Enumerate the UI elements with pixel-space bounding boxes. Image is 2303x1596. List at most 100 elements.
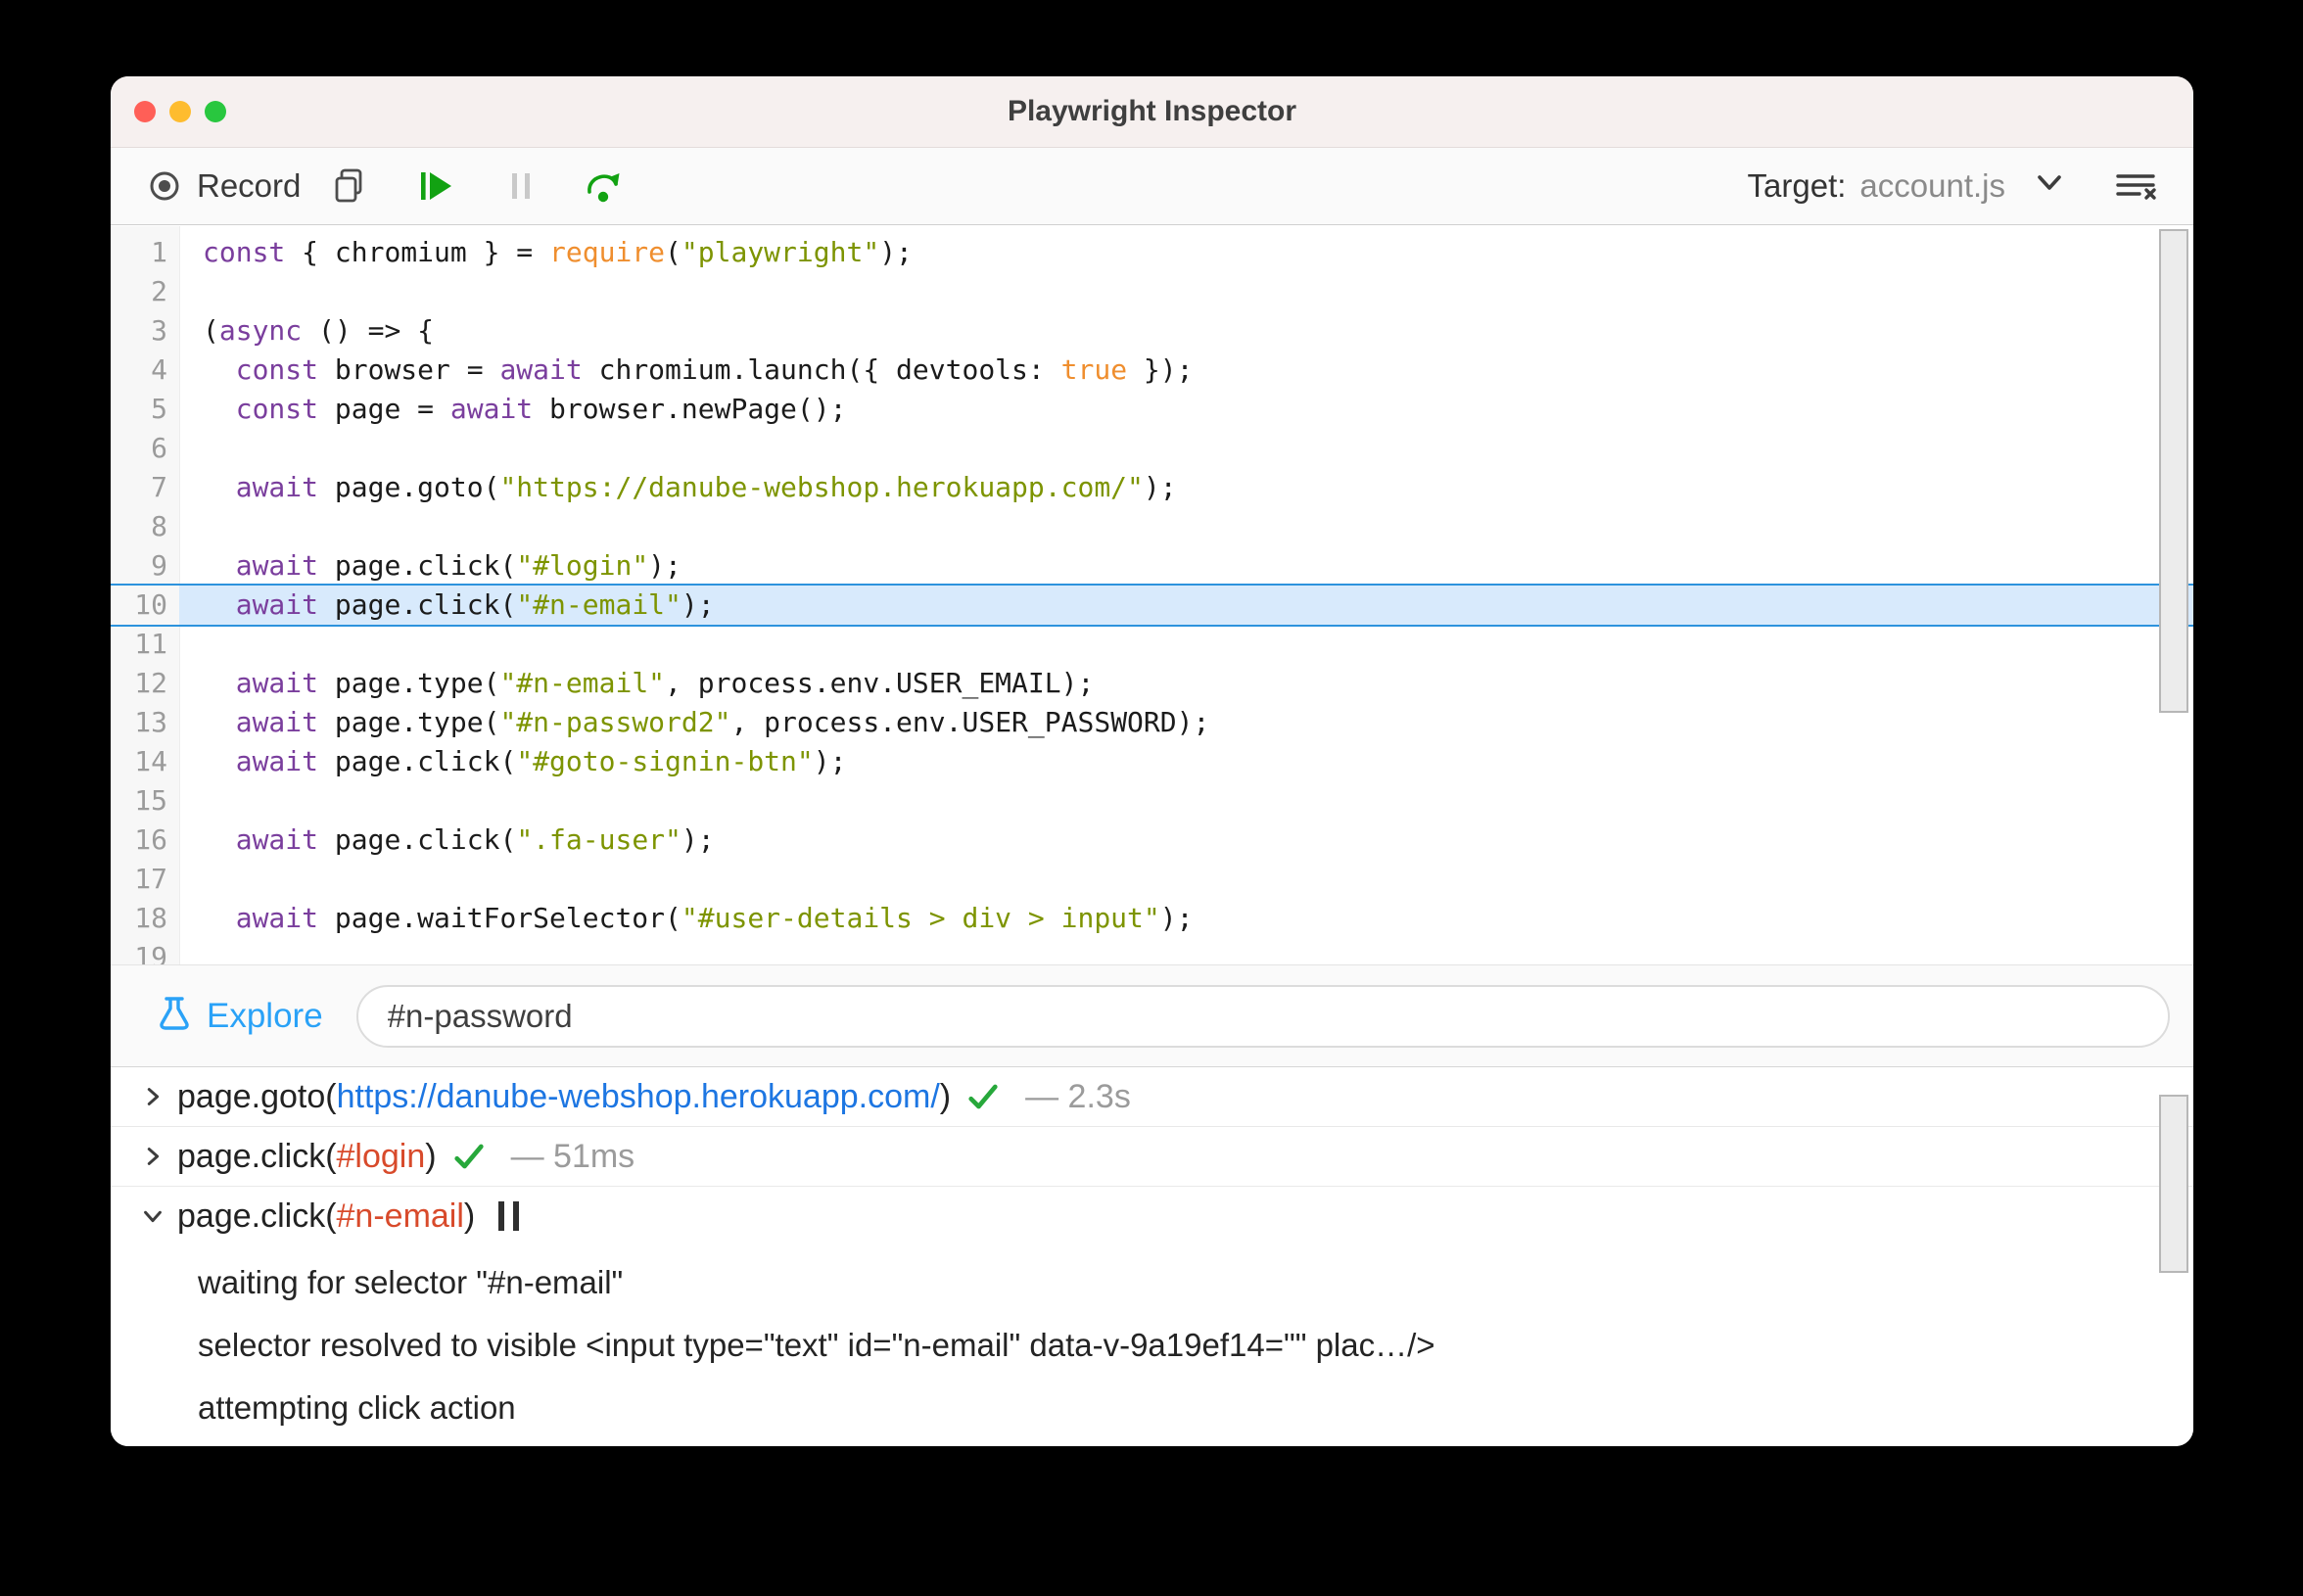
- record-button[interactable]: Record: [146, 167, 301, 205]
- code-line: 7 await page.goto("https://danube-websho…: [111, 468, 2193, 507]
- zoom-button[interactable]: [205, 101, 226, 122]
- code-line: 18 await page.waitForSelector("#user-det…: [111, 899, 2193, 938]
- log-detail-line: selector resolved to visible <input type…: [198, 1327, 1435, 1363]
- code-text: await page.waitForSelector("#user-detail…: [235, 902, 1194, 934]
- log-method: page.click(: [177, 1197, 337, 1235]
- log-entry[interactable]: page.click(#login) — 51ms: [111, 1127, 2193, 1187]
- line-number: 9: [151, 549, 167, 582]
- code-line: 3 (async () => {: [111, 311, 2193, 351]
- code-line: 19: [111, 938, 2193, 964]
- action-log: page.goto(https://danube-webshop.herokua…: [111, 1067, 2193, 1446]
- chevron-down-icon: [140, 1203, 165, 1229]
- code-line-highlighted: 10 await page.click("#n-email");: [111, 584, 2193, 627]
- target-select[interactable]: Target: account.js: [1748, 165, 2066, 207]
- editor-scrollbar[interactable]: [2159, 229, 2188, 713]
- minimize-button[interactable]: [169, 101, 191, 122]
- line-number: 16: [134, 823, 167, 856]
- record-button-label: Record: [197, 167, 302, 204]
- log-detail-line: waiting for selector "#n-email": [198, 1264, 624, 1300]
- code-text: const page = await browser.newPage();: [235, 393, 847, 425]
- log-method: page.goto(: [177, 1077, 337, 1115]
- code-line: 5 const page = await browser.newPage();: [111, 390, 2193, 429]
- code-text: const browser = await chromium.launch({ …: [235, 353, 1194, 386]
- log-method-close: ): [463, 1197, 476, 1235]
- check-icon: [450, 1138, 488, 1175]
- log-entry[interactable]: page.click(#n-email): [111, 1187, 2193, 1245]
- code-line: 9 await page.click("#login");: [111, 546, 2193, 586]
- log-method: page.click(: [177, 1137, 337, 1175]
- code-line: 12 await page.type("#n-email", process.e…: [111, 664, 2193, 703]
- code-line: 11: [111, 625, 2193, 664]
- code-text: const { chromium } = require("playwright…: [203, 236, 913, 268]
- log-entry[interactable]: page.goto(https://danube-webshop.herokua…: [111, 1067, 2193, 1127]
- log-selector: #n-email: [336, 1197, 464, 1235]
- line-number: 7: [151, 471, 167, 503]
- titlebar: Playwright Inspector: [111, 76, 2193, 148]
- line-number: 6: [151, 432, 167, 464]
- code-line: 14 await page.click("#goto-signin-btn");: [111, 742, 2193, 781]
- clear-log-icon: [2113, 165, 2158, 207]
- copy-icon: [330, 165, 369, 207]
- resume-button[interactable]: [416, 165, 457, 207]
- line-number: 15: [134, 784, 167, 817]
- code-line: 15: [111, 781, 2193, 821]
- line-number: 11: [134, 628, 167, 660]
- line-number: 4: [151, 353, 167, 386]
- log-selector: #login: [336, 1137, 426, 1175]
- code-line: 8: [111, 507, 2193, 546]
- log-url-link[interactable]: https://danube-webshop.herokuapp.com/: [337, 1078, 940, 1116]
- log-entry-details: waiting for selector "#n-email" selector …: [111, 1245, 2193, 1439]
- explore-button[interactable]: Explore: [207, 997, 323, 1036]
- line-number: 19: [134, 941, 167, 964]
- code-line: 6: [111, 429, 2193, 468]
- log-duration: — 51ms: [510, 1137, 635, 1175]
- target-value: account.js: [1859, 167, 2005, 204]
- resume-icon: [416, 165, 457, 207]
- selector-input[interactable]: [355, 984, 2170, 1048]
- step-over-button[interactable]: [581, 166, 624, 206]
- chevron-down-icon: [2017, 165, 2066, 207]
- playwright-inspector-window: Playwright Inspector Record Target: acco…: [111, 76, 2193, 1446]
- line-number: 10: [134, 588, 167, 621]
- code-line: 17: [111, 860, 2193, 899]
- line-number: 5: [151, 393, 167, 425]
- code-text: await page.goto("https://danube-webshop.…: [235, 471, 1177, 503]
- code-text: await page.click("#n-email");: [179, 586, 2193, 625]
- chevron-right-icon: [140, 1144, 165, 1169]
- pause-icon: [502, 166, 540, 206]
- copy-button[interactable]: [330, 165, 369, 207]
- code-line: 4 const browser = await chromium.launch(…: [111, 351, 2193, 390]
- line-number: 8: [151, 510, 167, 542]
- explore-bar: Explore: [111, 964, 2193, 1067]
- code-text: await page.type("#n-email", process.env.…: [235, 667, 1095, 699]
- chevron-right-icon: [140, 1084, 165, 1109]
- log-duration: — 2.3s: [1025, 1077, 1131, 1115]
- line-number: 18: [134, 902, 167, 934]
- pause-icon: [498, 1201, 520, 1231]
- target-label: Target:: [1747, 167, 1847, 204]
- close-button[interactable]: [134, 101, 156, 122]
- code-line: 2: [111, 272, 2193, 311]
- log-method-close: ): [939, 1077, 952, 1115]
- code-line: 1 const { chromium } = require("playwrigh…: [111, 233, 2193, 272]
- window-title: Playwright Inspector: [1007, 95, 1297, 127]
- code-line: 13 await page.type("#n-password2", proce…: [111, 703, 2193, 742]
- line-number: 1: [151, 236, 167, 268]
- line-number: 13: [134, 706, 167, 738]
- traffic-lights: [134, 101, 226, 122]
- log-method-close: ): [425, 1137, 437, 1175]
- clear-log-button[interactable]: [2113, 165, 2158, 207]
- code-text: await page.click("#goto-signin-btn");: [235, 745, 847, 777]
- log-scrollbar[interactable]: [2159, 1095, 2188, 1273]
- pause-button[interactable]: [502, 166, 540, 206]
- log-detail-line: attempting click action: [198, 1389, 516, 1426]
- line-number: 17: [134, 863, 167, 895]
- code-text: await page.type("#n-password2", process.…: [235, 706, 1210, 738]
- step-over-icon: [581, 166, 624, 206]
